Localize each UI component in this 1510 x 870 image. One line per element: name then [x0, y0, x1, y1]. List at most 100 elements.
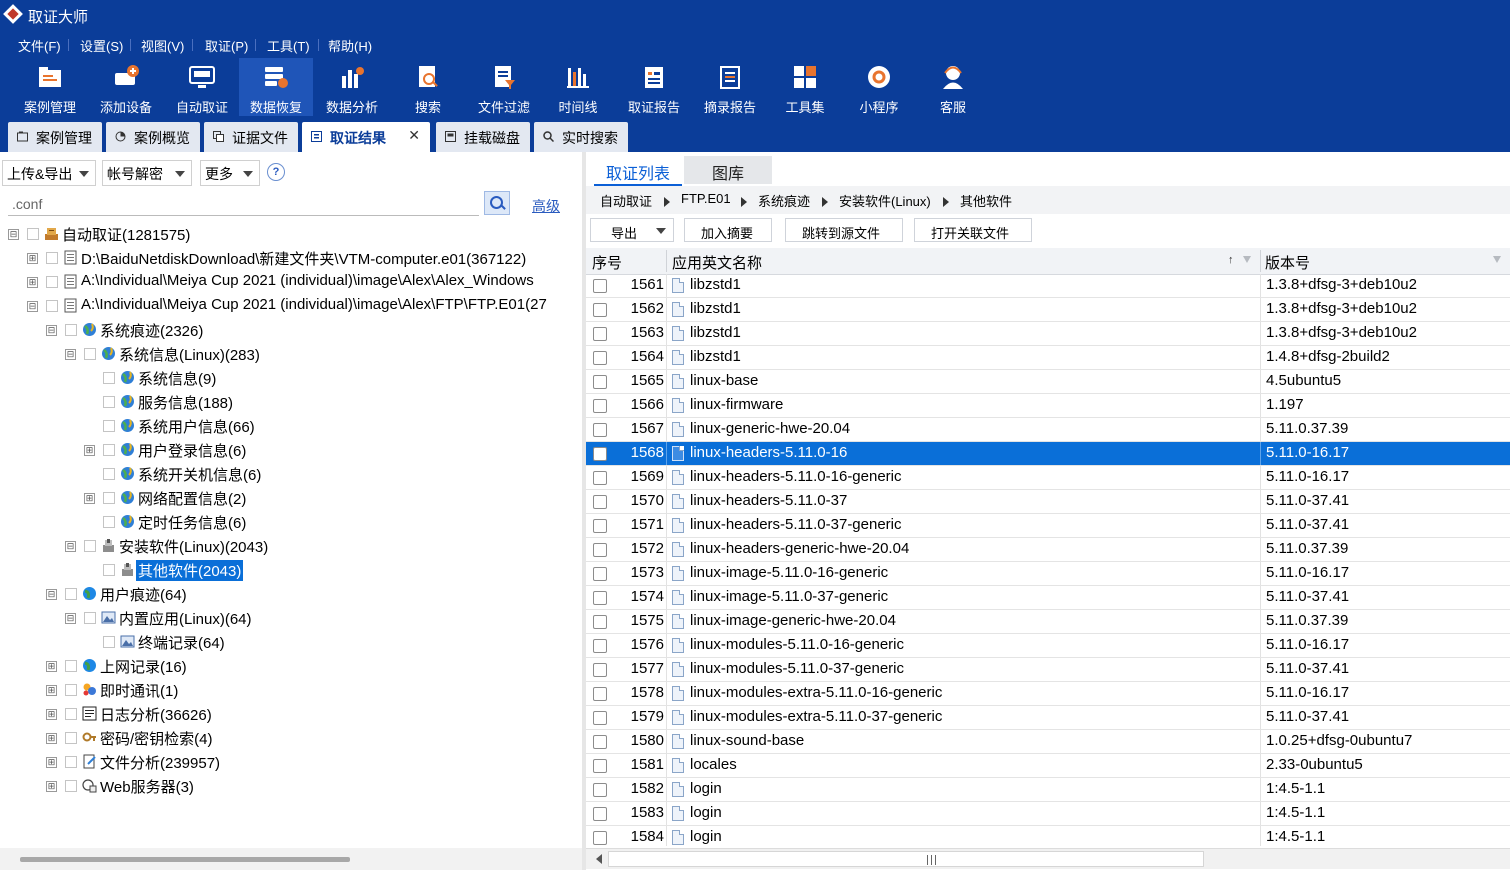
table-row[interactable]: 1569 linux-headers-5.11.0-16-generic 5.11.… — [586, 466, 1510, 490]
row-checkbox[interactable] — [593, 759, 607, 773]
expand-toggle-icon[interactable]: ⊞ — [46, 685, 57, 696]
row-checkbox[interactable] — [593, 423, 607, 437]
expand-toggle-icon[interactable]: ⊟ — [46, 325, 57, 336]
expand-toggle-icon[interactable]: ⊟ — [65, 349, 76, 360]
add-excerpt-button[interactable]: 加入摘要 — [684, 218, 772, 242]
column-divider[interactable] — [666, 250, 667, 272]
tree-search-input[interactable] — [8, 192, 479, 216]
tree-node-label[interactable]: 网络配置信息(2) — [138, 488, 246, 509]
table-row[interactable]: 1563 libzstd1 1.3.8+dfsg-3+deb10u2 — [586, 322, 1510, 346]
row-checkbox[interactable] — [593, 807, 607, 821]
scrollbar-thumb[interactable] — [20, 857, 350, 862]
menu-view[interactable]: 视图(V) — [137, 36, 188, 55]
upload-export-dropdown[interactable]: 上传&导出 — [2, 160, 96, 186]
tree-node-checkbox[interactable] — [103, 444, 115, 456]
row-checkbox[interactable] — [593, 591, 607, 605]
column-header-index[interactable]: 序号 — [592, 252, 622, 273]
tree-node-label[interactable]: 自动取证(1281575) — [62, 224, 190, 245]
breadcrumb-item[interactable]: FTP.E01 — [681, 191, 731, 206]
tree-node-checkbox[interactable] — [103, 468, 115, 480]
table-row[interactable]: 1574 linux-image-5.11.0-37-generic 5.11.0-… — [586, 586, 1510, 610]
timeline-button[interactable]: 时间线 — [541, 58, 615, 116]
tree-node-checkbox[interactable] — [46, 252, 58, 264]
tree-node-checkbox[interactable] — [46, 300, 58, 312]
tree-node-label[interactable]: 文件分析(239957) — [100, 752, 220, 773]
expand-toggle-icon[interactable]: ⊞ — [84, 493, 95, 504]
row-checkbox[interactable] — [593, 447, 607, 461]
tree-node-checkbox[interactable] — [65, 324, 77, 336]
customer-service-button[interactable]: 客服 — [916, 58, 990, 116]
expand-toggle-icon[interactable]: ⊞ — [27, 253, 38, 264]
table-row[interactable]: 1582 login 1:4.5-1.1 — [586, 778, 1510, 802]
row-checkbox[interactable] — [593, 375, 607, 389]
tree-node-label[interactable]: A:\Individual\Meiya Cup 2021 (individual… — [81, 296, 547, 313]
excerpt-report-button[interactable]: 摘录报告 — [693, 58, 767, 116]
table-row[interactable]: 1572 linux-headers-generic-hwe-20.04 5.11.… — [586, 538, 1510, 562]
row-checkbox[interactable] — [593, 711, 607, 725]
table-row[interactable]: 1584 login 1:4.5-1.1 — [586, 826, 1510, 846]
row-checkbox[interactable] — [593, 279, 607, 293]
tree-node-checkbox[interactable] — [65, 684, 77, 696]
tab-forensic-results[interactable]: 取证结果 ✕ — [302, 122, 430, 152]
tab-forensic-list[interactable]: 取证列表 — [594, 156, 682, 187]
tree-node-label[interactable]: 服务信息(188) — [138, 392, 233, 413]
table-row[interactable]: 1571 linux-headers-5.11.0-37-generic 5.11.… — [586, 514, 1510, 538]
table-row[interactable]: 1565 linux-base 4.5ubuntu5 — [586, 370, 1510, 394]
tree-node-checkbox[interactable] — [103, 516, 115, 528]
expand-toggle-icon[interactable]: ⊞ — [46, 709, 57, 720]
row-checkbox[interactable] — [593, 567, 607, 581]
expand-toggle-icon[interactable]: ⊟ — [65, 613, 76, 624]
tree-node-checkbox[interactable] — [46, 276, 58, 288]
menu-file[interactable]: 文件(F) — [14, 36, 65, 55]
menu-forensics[interactable]: 取证(P) — [201, 36, 252, 55]
table-row[interactable]: 1576 linux-modules-5.11.0-16-generic 5.11.… — [586, 634, 1510, 658]
row-checkbox[interactable] — [593, 471, 607, 485]
scroll-left-arrow-icon[interactable] — [596, 854, 602, 864]
row-checkbox[interactable] — [593, 519, 607, 533]
column-header-version[interactable]: 版本号 — [1265, 252, 1310, 273]
expand-toggle-icon[interactable]: ⊞ — [84, 445, 95, 456]
table-row[interactable]: 1561 libzstd1 1.3.8+dfsg-3+deb10u2 — [586, 274, 1510, 298]
tree-node-label[interactable]: 上网记录(16) — [100, 656, 187, 677]
table-row[interactable]: 1568 linux-headers-5.11.0-16 5.11.0-16.17 — [586, 442, 1510, 466]
advanced-search-link[interactable]: 高级 — [532, 196, 560, 216]
table-row[interactable]: 1564 libzstd1 1.4.8+dfsg-2build2 — [586, 346, 1510, 370]
sort-ascending-icon[interactable]: ↑ — [1228, 254, 1234, 266]
filter-icon[interactable] — [1493, 256, 1501, 263]
tree-node-checkbox[interactable] — [84, 348, 96, 360]
table-row[interactable]: 1573 linux-image-5.11.0-16-generic 5.11.0-… — [586, 562, 1510, 586]
tree-node-label[interactable]: 密码/密钥检索(4) — [100, 728, 213, 749]
search-button[interactable] — [484, 191, 510, 215]
export-dropdown-button[interactable]: 导出 — [590, 218, 674, 242]
menu-tools[interactable]: 工具(T) — [263, 36, 314, 55]
table-row[interactable]: 1562 libzstd1 1.3.8+dfsg-3+deb10u2 — [586, 298, 1510, 322]
scrollbar-thumb[interactable] — [608, 851, 1204, 867]
account-decrypt-dropdown[interactable]: 帐号解密 — [102, 160, 192, 186]
tree-node-label[interactable]: 内置应用(Linux)(64) — [119, 608, 252, 629]
table-row[interactable]: 1567 linux-generic-hwe-20.04 5.11.0.37.39 — [586, 418, 1510, 442]
tree-node-label[interactable]: A:\Individual\Meiya Cup 2021 (individual… — [81, 272, 534, 289]
tree-node-label[interactable]: 即时通讯(1) — [100, 680, 178, 701]
tree-node-label[interactable]: D:\BaiduNetdiskDownload\新建文件夹\VTM-comput… — [81, 248, 526, 269]
jump-to-source-button[interactable]: 跳转到源文件 — [785, 218, 903, 242]
table-row[interactable]: 1581 locales 2.33-0ubuntu5 — [586, 754, 1510, 778]
row-checkbox[interactable] — [593, 639, 607, 653]
tree-node-label[interactable]: 系统用户信息(66) — [138, 416, 255, 437]
tree-node-checkbox[interactable] — [65, 732, 77, 744]
tree-horizontal-scrollbar[interactable] — [0, 848, 582, 870]
expand-toggle-icon[interactable]: ⊟ — [27, 301, 38, 312]
row-checkbox[interactable] — [593, 327, 607, 341]
tab-gallery[interactable]: 图库 — [684, 156, 772, 184]
tree-node-label[interactable]: Web服务器(3) — [100, 776, 194, 797]
help-icon[interactable]: ? — [267, 163, 285, 181]
tree-node-label[interactable]: 系统开关机信息(6) — [138, 464, 261, 485]
tree-node-checkbox[interactable] — [84, 612, 96, 624]
expand-toggle-icon[interactable]: ⊟ — [65, 541, 76, 552]
tree-node-label[interactable]: 用户痕迹(64) — [100, 584, 187, 605]
expand-toggle-icon[interactable]: ⊟ — [8, 229, 19, 240]
tree-node-label[interactable]: 系统信息(9) — [138, 368, 216, 389]
column-divider[interactable] — [1260, 250, 1261, 272]
tree-node-label[interactable]: 用户登录信息(6) — [138, 440, 246, 461]
tree-node-checkbox[interactable] — [27, 228, 39, 240]
data-analysis-button[interactable]: 数据分析 — [315, 58, 389, 116]
